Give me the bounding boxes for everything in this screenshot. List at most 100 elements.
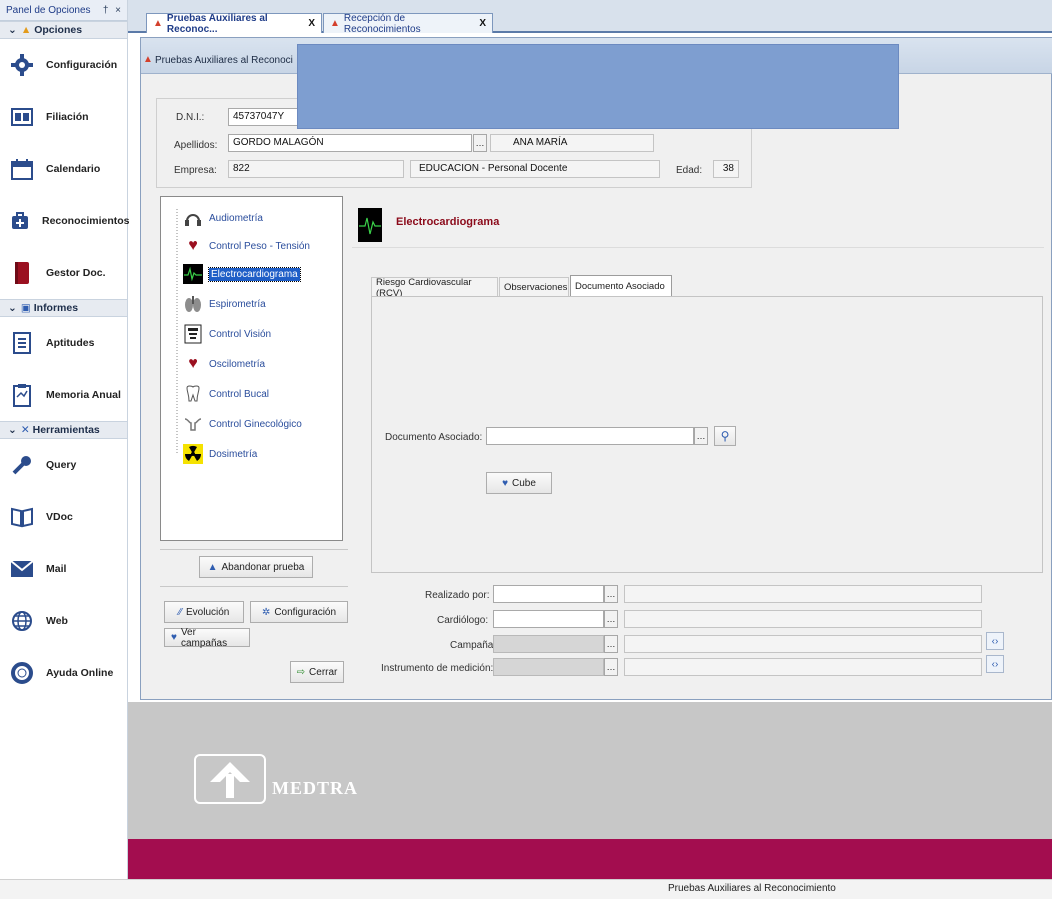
realizado-desc-field [624, 585, 982, 603]
empresa-code-field: 822 [228, 160, 404, 178]
test-control-bucal[interactable]: Control Bucal [183, 383, 269, 405]
instrumento-desc-field [624, 658, 982, 676]
calendar-icon [10, 157, 34, 181]
apellidos-field[interactable]: GORDO MALAGÓN [228, 134, 472, 152]
campana-field[interactable] [493, 635, 604, 653]
cardiologo-label: Cardiólogo: [437, 615, 489, 626]
cardiologo-browse-button[interactable]: … [604, 610, 618, 628]
heart-icon: ♥ [171, 632, 177, 643]
eye-chart-icon [183, 324, 203, 344]
instrumento-field[interactable] [493, 658, 604, 676]
home-icon: ▲ [207, 561, 218, 573]
chevron-down-icon: ⌄ [8, 24, 17, 36]
nav-item-filiacion[interactable]: Filiación [0, 91, 127, 143]
close-tab-button[interactable]: X [479, 18, 486, 29]
instrumento-expand-button[interactable]: ‹› [986, 655, 1004, 673]
campana-desc-field [624, 635, 982, 653]
section-herramientas[interactable]: ⌄ ✕ Herramientas [0, 421, 127, 439]
section-informes[interactable]: ⌄ ▣ Informes [0, 299, 127, 317]
branding-area: MEDTRA [128, 702, 1052, 839]
ver-campanas-button[interactable]: ♥ Ver campañas [164, 627, 250, 649]
home-icon: ▲ [20, 24, 32, 36]
tab-observaciones[interactable]: Observaciones [499, 277, 569, 297]
nav-item-memoria-anual[interactable]: Memoria Anual [0, 369, 127, 421]
apellidos-browse-button[interactable]: … [473, 134, 487, 152]
code-arrows-icon: ‹› [991, 635, 999, 647]
cardiologo-desc-field [624, 610, 982, 628]
test-espirometria[interactable]: Espirometría [183, 293, 266, 315]
dni-field[interactable]: 45737047Y [228, 108, 298, 126]
tab-riesgo-cardiovascular[interactable]: Riesgo Cardiovascular (RCV) [371, 277, 498, 299]
search-button[interactable]: ⚲ [714, 426, 736, 446]
lungs-icon [183, 294, 203, 314]
nav-item-gestor-doc[interactable]: Gestor Doc. [0, 247, 127, 299]
edad-label: Edad: [676, 165, 703, 176]
test-audiometria[interactable]: Audiometría [183, 207, 263, 229]
documento-asociado-field[interactable] [486, 427, 694, 445]
dni-label: D.N.I.: [176, 112, 205, 123]
pin-icon[interactable]: † [103, 5, 109, 16]
query-icon [10, 453, 34, 477]
nav-item-configuracion[interactable]: Configuración [0, 39, 127, 91]
options-panel-header: Panel de Opciones † × [0, 0, 127, 21]
cerrar-button[interactable]: ⇨ Cerrar [290, 661, 344, 683]
nav-item-calendario[interactable]: Calendario [0, 143, 127, 195]
status-text: Pruebas Auxiliares al Reconocimiento [668, 883, 836, 894]
exit-icon: ⇨ [296, 666, 306, 678]
configuracion-button[interactable]: ✲ Configuración [250, 601, 348, 623]
window-title: Pruebas Auxiliares al Reconoci [155, 55, 293, 66]
test-dosimetria[interactable]: Dosimetría [183, 443, 257, 465]
chevron-down-icon: ⌄ [8, 302, 17, 314]
status-bar: Pruebas Auxiliares al Reconocimiento [0, 879, 1052, 899]
app-icon: ▲ [153, 18, 163, 29]
close-panel-button[interactable]: × [115, 5, 121, 16]
test-electrocardiograma[interactable]: Electrocardiograma [183, 263, 301, 285]
book-icon [10, 261, 34, 285]
section-opciones[interactable]: ⌄ ▲ Opciones [0, 21, 127, 39]
heart-icon: ♥ [188, 355, 198, 372]
radiation-icon [183, 444, 203, 464]
nav-item-vdoc[interactable]: VDoc [0, 491, 127, 543]
evolucion-button[interactable]: ⁄⁄ Evolución [164, 601, 244, 623]
test-control-vision[interactable]: Control Visión [183, 323, 271, 345]
cardiologo-field[interactable] [493, 610, 604, 628]
logo-mark-icon [210, 762, 250, 798]
close-tab-button[interactable]: X [308, 18, 315, 29]
printer-icon: ▣ [20, 302, 31, 314]
instrumento-browse-button[interactable]: … [604, 658, 618, 676]
nav-item-aptitudes[interactable]: Aptitudes [0, 317, 127, 369]
heart-icon: ♥ [188, 237, 198, 254]
tooth-icon [183, 384, 203, 404]
gear-icon: ✲ [261, 606, 271, 618]
left-divider [160, 549, 348, 550]
documento-browse-button[interactable]: … [694, 427, 708, 445]
nombre-field: ANA MARÍA [490, 134, 654, 152]
brand-bar [128, 839, 1052, 879]
mail-icon [10, 557, 34, 581]
tab-pruebas-auxiliares[interactable]: ▲ Pruebas Auxiliares al Reconoc... X [146, 13, 322, 35]
medkit-icon [10, 209, 30, 233]
tab-documento-asociado[interactable]: Documento Asociado [570, 275, 672, 297]
test-control-ginecologico[interactable]: Control Ginecológico [183, 413, 302, 435]
nav-item-ayuda-online[interactable]: Ayuda Online [0, 647, 127, 699]
uterus-icon [183, 414, 203, 434]
heart-icon: ♥ [502, 477, 509, 489]
nav-item-mail[interactable]: Mail [0, 543, 127, 595]
options-panel: Panel de Opciones † × ⌄ ▲ Opciones Confi… [0, 0, 130, 899]
nav-item-web[interactable]: Web [0, 595, 127, 647]
realizado-browse-button[interactable]: … [604, 585, 618, 603]
realizado-por-field[interactable] [493, 585, 604, 603]
campana-browse-button[interactable]: … [604, 635, 618, 653]
id-card-icon [10, 105, 34, 129]
test-control-peso-tension[interactable]: ♥ Control Peso - Tensión [183, 235, 310, 257]
document-icon [10, 331, 34, 355]
nav-item-reconocimientos[interactable]: Reconocimientos [0, 195, 130, 247]
test-oscilometria[interactable]: ♥ Oscilometría [183, 353, 265, 375]
tab-recepcion-reconocimientos[interactable]: ▲ Recepción de Reconocimientos X [323, 13, 493, 35]
nav-item-query[interactable]: Query [0, 439, 127, 491]
tools-icon: ✕ [20, 424, 30, 436]
abandonar-prueba-button[interactable]: ▲ Abandonar prueba [199, 556, 313, 578]
campana-expand-button[interactable]: ‹› [986, 632, 1004, 650]
cube-button[interactable]: ♥ Cube [486, 472, 552, 494]
ecg-icon [183, 264, 203, 284]
